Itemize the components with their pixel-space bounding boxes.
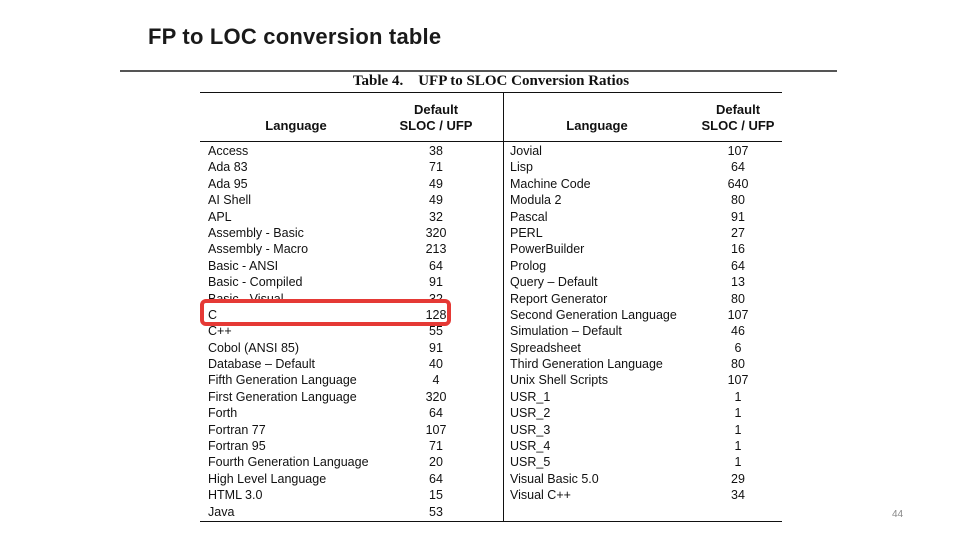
left-language-cell: Forth bbox=[208, 406, 238, 421]
left-language-cell: Assembly - Macro bbox=[208, 242, 309, 257]
right-value-cell: 80 bbox=[731, 357, 745, 372]
left-language-cell: Java bbox=[208, 504, 235, 519]
right-language-cell: Lisp bbox=[510, 160, 533, 175]
left-language-cell: Database – Default bbox=[208, 357, 316, 372]
right-language-cell: Visual C++ bbox=[510, 488, 571, 503]
right-language-cell: USR_4 bbox=[510, 439, 551, 454]
right-value-cell: 29 bbox=[731, 471, 745, 486]
left-language-cell: First Generation Language bbox=[208, 389, 357, 404]
right-value-cell: 80 bbox=[731, 193, 745, 208]
left-language-column: Access Ada 83 Ada 95 AI Shell APL Assembly - … bbox=[208, 143, 408, 520]
right-language-cell: Spreadsheet bbox=[510, 340, 581, 355]
right-language-cell: Machine Code bbox=[510, 176, 591, 191]
left-value-cell: 64 bbox=[429, 471, 443, 486]
right-language-cell: Unix Shell Scripts bbox=[510, 373, 608, 388]
left-language-cell: Fifth Generation Language bbox=[208, 373, 357, 388]
left-value-cell: 71 bbox=[429, 160, 443, 175]
column-divider bbox=[503, 93, 504, 521]
right-language-cell: Second Generation Language bbox=[510, 307, 677, 322]
left-value-cell: 91 bbox=[429, 340, 443, 355]
left-language-cell: HTML 3.0 bbox=[208, 488, 263, 503]
right-language-cell: Third Generation Language bbox=[510, 357, 663, 372]
left-value-cell: 49 bbox=[429, 176, 443, 191]
slide-title: FP to LOC conversion table bbox=[148, 24, 442, 49]
left-language-cell: Cobol (ANSI 85) bbox=[208, 340, 300, 355]
right-language-cell: Simulation – Default bbox=[510, 324, 622, 339]
left-language-cell: Fortran 77 bbox=[208, 422, 266, 437]
right-language-cell: Prolog bbox=[510, 258, 547, 273]
header-language-left: Language bbox=[265, 118, 327, 133]
left-value-cell: 15 bbox=[429, 488, 443, 503]
right-value-cell: 107 bbox=[727, 144, 749, 158]
left-value-cell: 53 bbox=[429, 504, 443, 519]
right-language-cell: PowerBuilder bbox=[510, 242, 585, 257]
left-language-cell: Access bbox=[208, 144, 249, 158]
left-language-cell: Ada 95 bbox=[208, 176, 248, 191]
right-language-cell: USR_3 bbox=[510, 422, 551, 437]
header-default-right: Default SLOC / UFP bbox=[701, 102, 775, 133]
right-value-cell: 64 bbox=[731, 258, 745, 273]
left-language-cell: High Level Language bbox=[208, 471, 327, 486]
right-language-cell: Query – Default bbox=[510, 275, 598, 290]
right-language-cell: PERL bbox=[510, 225, 543, 240]
left-language-cell: Fourth Generation Language bbox=[208, 455, 369, 470]
right-value-column: 107 64 640 80 91 27 16 64 13 80 107 46 6 80 107 1 1 1 1 1 29… bbox=[718, 143, 758, 504]
right-language-cell: Report Generator bbox=[510, 291, 608, 306]
header-language-right: Language bbox=[566, 118, 628, 133]
left-language-cell: Ada 83 bbox=[208, 160, 248, 175]
left-value-cell: 213 bbox=[425, 242, 447, 257]
right-language-cell: Visual Basic 5.0 bbox=[510, 471, 599, 486]
right-value-cell: 1 bbox=[734, 406, 742, 421]
left-value-cell: 71 bbox=[429, 439, 443, 454]
right-language-cell: Pascal bbox=[510, 209, 548, 224]
header-default-left: Default SLOC / UFP bbox=[399, 102, 473, 133]
left-value-cell: 40 bbox=[429, 357, 443, 372]
right-value-cell: 1 bbox=[734, 455, 742, 470]
left-value-cell: 320 bbox=[425, 389, 447, 404]
right-value-cell: 1 bbox=[734, 439, 742, 454]
right-language-cell: USR_5 bbox=[510, 455, 551, 470]
left-value-cell: 64 bbox=[429, 406, 443, 421]
highlight-box bbox=[200, 299, 451, 326]
left-language-cell: Fortran 95 bbox=[208, 439, 266, 454]
page-number: 44 bbox=[892, 509, 904, 520]
right-language-cell: Jovial bbox=[510, 144, 542, 158]
left-value-cell: 38 bbox=[429, 144, 443, 158]
left-language-cell: APL bbox=[208, 209, 232, 224]
right-value-cell: 13 bbox=[731, 275, 745, 290]
left-value-cell: 107 bbox=[425, 422, 447, 437]
title-divider bbox=[120, 70, 837, 72]
left-language-cell: Assembly - Basic bbox=[208, 225, 304, 240]
right-language-cell: USR_1 bbox=[510, 389, 551, 404]
left-language-cell: AI Shell bbox=[208, 193, 252, 208]
right-value-cell: 16 bbox=[731, 242, 745, 257]
right-value-cell: 91 bbox=[731, 209, 745, 224]
right-language-cell: Modula 2 bbox=[510, 193, 562, 208]
left-value-cell: 320 bbox=[425, 225, 447, 240]
table-caption: Table 4. UFP to SLOC Conversion Ratios bbox=[352, 73, 630, 89]
right-value-cell: 64 bbox=[731, 160, 745, 175]
left-value-cell: 32 bbox=[429, 209, 443, 224]
left-value-cell: 91 bbox=[429, 275, 443, 290]
left-language-cell: Basic - ANSI bbox=[208, 258, 279, 273]
right-language-column: Jovial Lisp Machine Code Modula 2 Pascal PERL… bbox=[510, 143, 710, 504]
left-value-cell: 4 bbox=[432, 373, 440, 388]
right-value-cell: 27 bbox=[731, 225, 745, 240]
right-value-cell: 6 bbox=[734, 340, 742, 355]
left-value-cell: 64 bbox=[429, 258, 443, 273]
right-value-cell: 46 bbox=[731, 324, 745, 339]
right-language-cell: USR_2 bbox=[510, 406, 551, 421]
left-value-cell: 20 bbox=[429, 455, 443, 470]
left-value-column: 38 71 49 49 32 320 213 64 91 32 128 55 91 40 4 320 64 107… bbox=[416, 143, 456, 520]
right-value-cell: 107 bbox=[727, 373, 749, 388]
left-language-cell: Basic - Compiled bbox=[208, 275, 303, 290]
right-value-cell: 640 bbox=[727, 176, 749, 191]
header-divider bbox=[200, 141, 782, 142]
right-value-cell: 107 bbox=[727, 307, 749, 322]
right-value-cell: 1 bbox=[734, 389, 742, 404]
right-value-cell: 34 bbox=[731, 488, 745, 503]
right-value-cell: 1 bbox=[734, 422, 742, 437]
right-value-cell: 80 bbox=[731, 291, 745, 306]
left-value-cell: 49 bbox=[429, 193, 443, 208]
